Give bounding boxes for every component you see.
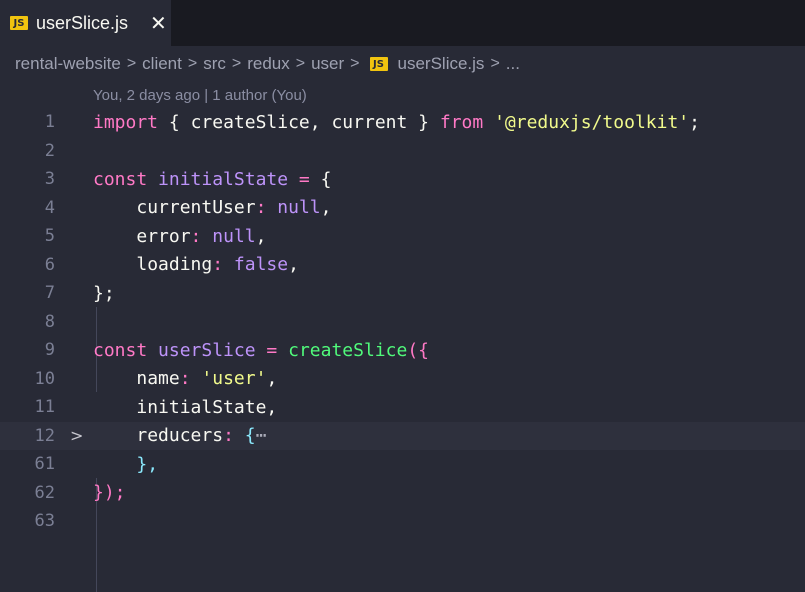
line-number: 62 [34,482,55,503]
code-line[interactable]: 7 }; [0,279,805,308]
line-number: 8 [44,311,55,332]
tab-label: userSlice.js [36,12,129,33]
tab-usersslice[interactable]: JS userSlice.js ✕ [0,0,171,46]
breadcrumb: rental-website > client > src > redux > … [0,46,805,82]
code-line[interactable]: 61 }, [0,450,805,479]
code-line[interactable]: 4 currentUser: null, [0,194,805,223]
breadcrumb-user[interactable]: user [311,54,344,74]
line-number: 1 [44,112,55,133]
chevron-right-icon: > [231,55,242,72]
line-number: 63 [34,511,55,532]
line-number: 2 [44,140,55,161]
breadcrumb-more[interactable]: ... [506,54,520,74]
line-number: 12 [34,425,55,446]
code-line[interactable]: 12 > reducers: {⋯ [0,421,805,450]
code-line[interactable]: 10 name: 'user', [0,365,805,394]
chevron-right-icon: > [295,55,306,72]
line-number: 10 [34,368,55,389]
chevron-right-icon: > [350,55,360,72]
code-line[interactable]: 5 error: null, [0,222,805,251]
code-line[interactable]: 62 }); [0,479,805,508]
breadcrumb-src[interactable]: src [203,54,226,74]
code-line[interactable]: 63 [0,507,805,536]
code-line[interactable]: 11 initialState, [0,393,805,422]
code-line[interactable]: 2 [0,137,805,166]
breadcrumb-redux[interactable]: redux [247,54,290,74]
breadcrumb-client[interactable]: client [142,54,182,74]
code-line[interactable]: 9 const userSlice = createSlice({ [0,336,805,365]
code-editor[interactable]: 1 import { createSlice, current } from '… [0,108,805,592]
code-line[interactable]: 3 const initialState = { [0,165,805,194]
codelens-blame[interactable]: You, 2 days ago | 1 author (You) [0,82,805,108]
line-number: 5 [44,226,55,247]
js-file-icon: JS [369,57,388,71]
tab-bar: JS userSlice.js ✕ [0,0,805,46]
breadcrumb-file[interactable]: userSlice.js [398,54,485,74]
js-file-icon: JS [10,16,28,30]
line-number: 6 [44,254,55,275]
chevron-right-icon: > [187,55,198,72]
code-line[interactable]: 6 loading: false, [0,251,805,280]
line-number: 61 [34,454,55,475]
code-line[interactable]: 1 import { createSlice, current } from '… [0,108,805,137]
chevron-right-icon: > [490,55,500,72]
code-line[interactable]: 8 [0,308,805,337]
line-number: 4 [44,197,55,218]
chevron-right-icon: > [126,55,137,72]
chevron-right-icon[interactable]: > [70,426,83,445]
line-number: 7 [44,283,55,304]
breadcrumb-rental-website[interactable]: rental-website [15,54,121,74]
line-number: 3 [44,169,55,190]
folded-ellipsis-icon[interactable]: ⋯ [256,425,267,446]
close-icon[interactable]: ✕ [150,11,167,36]
line-number: 11 [34,397,55,418]
line-number: 9 [44,340,55,361]
